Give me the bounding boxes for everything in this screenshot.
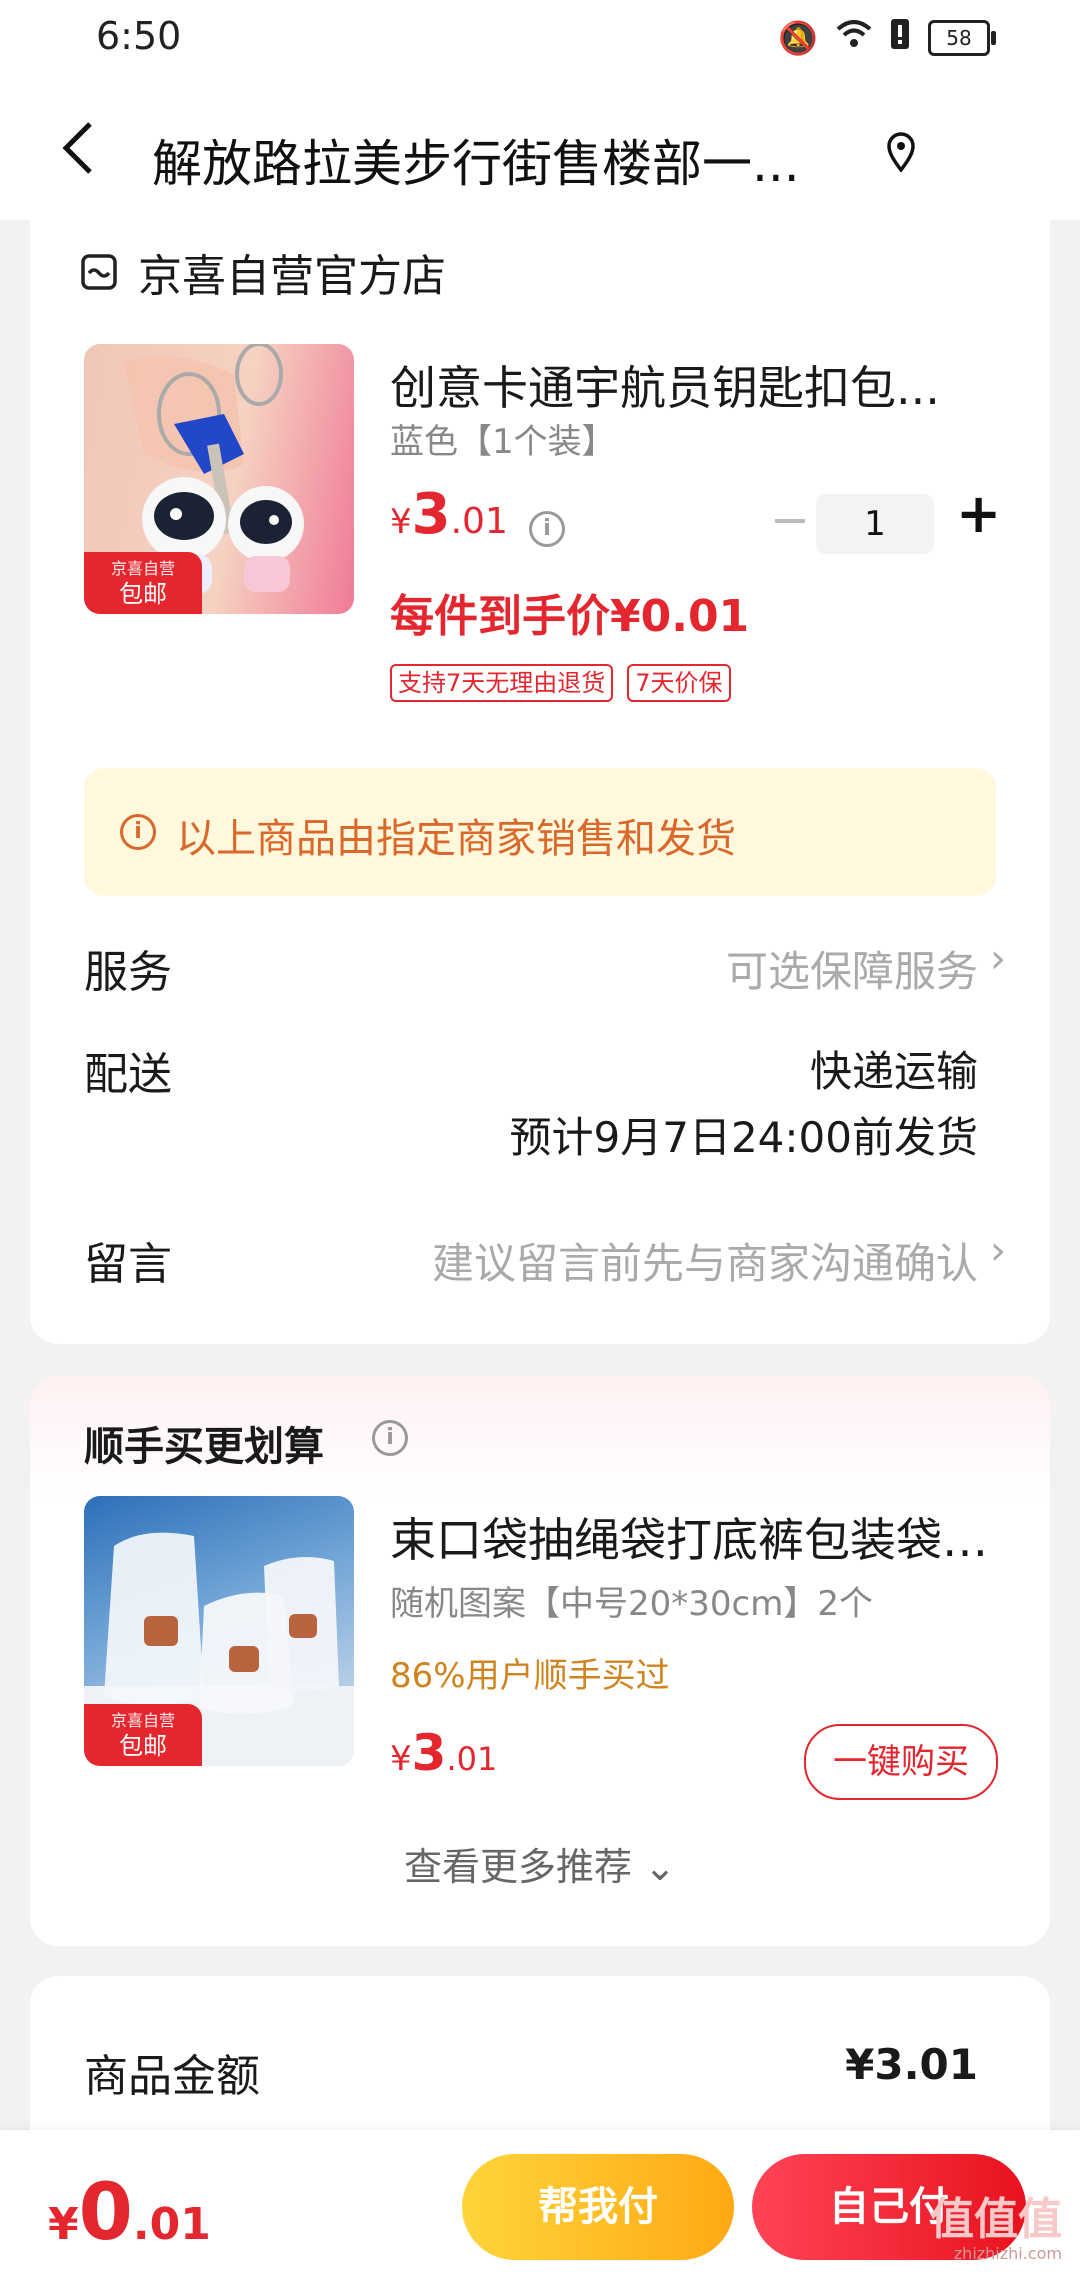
status-icons: 🔕 58 xyxy=(778,18,996,58)
quantity-decrease-button[interactable]: − xyxy=(770,492,810,548)
alert-icon xyxy=(890,18,910,58)
delivery-value: 快递运输 xyxy=(809,1047,978,1096)
tag-price-protect: 7天价保 xyxy=(627,664,731,702)
delivery-eta: 预计9月7日24:00前发货 xyxy=(509,1113,978,1162)
price-currency: ¥ xyxy=(390,1739,412,1779)
more-recommendations-link[interactable]: 查看更多推荐 ⌄ xyxy=(30,1836,1050,1891)
status-bar: 6:50 🔕 58 xyxy=(0,0,1080,80)
one-click-buy-button[interactable]: 一键购买 xyxy=(804,1724,998,1800)
price-currency: ¥ xyxy=(390,502,412,542)
addon-spec[interactable]: 随机图案【中号20*30cm】2个 xyxy=(390,1576,873,1625)
total-integer: 0 xyxy=(78,2168,133,2258)
badge-label-top: 京喜自营 xyxy=(110,1711,175,1730)
seller-notice: i 以上商品由指定商家销售和发货 xyxy=(84,768,996,896)
store-header[interactable]: 京喜自营官方店 xyxy=(80,240,446,304)
mute-icon: 🔕 xyxy=(778,19,818,57)
battery-indicator: 58 xyxy=(928,20,996,56)
checkout-bar: ¥0.01 帮我付 自己付 xyxy=(0,2130,1080,2280)
back-arrow-icon[interactable] xyxy=(60,118,96,188)
addon-social-proof: 86%用户顺手买过 xyxy=(390,1656,670,1696)
badge-label-bottom: 包邮 xyxy=(119,580,167,608)
chevron-right-icon[interactable]: › xyxy=(990,936,1006,982)
product-spec[interactable]: 蓝色【1个装】 xyxy=(390,414,616,463)
quantity-increase-button[interactable]: + xyxy=(956,482,1001,545)
store-icon xyxy=(80,253,118,291)
summary-card: 商品金额 ¥3.01 xyxy=(30,1976,1050,2156)
tag-return: 支持7天无理由退货 xyxy=(390,664,614,702)
badge-label-top: 京喜自营 xyxy=(110,559,175,578)
notice-text: 以上商品由指定商家销售和发货 xyxy=(176,816,736,862)
net-price: 每件到手价¥0.01 xyxy=(390,591,750,642)
free-shipping-badge: 京喜自营 包邮 xyxy=(84,552,202,614)
product-title[interactable]: 创意卡通宇航员钥匙扣包... xyxy=(390,352,1000,418)
price-integer: 3 xyxy=(411,1724,447,1782)
order-card: 京喜自营官方店 京喜自营 包邮 创意卡通宇航员钥匙扣包... 蓝色【1个装】 ¥… xyxy=(30,220,1050,1344)
total-price: ¥0.01 xyxy=(48,2168,211,2258)
chevron-down-icon: ⌄ xyxy=(644,1845,676,1889)
addon-card: 顺手买更划算 i 京喜自营 包邮 束口袋抽绳袋打底裤包装袋内... 随机图案【中… xyxy=(30,1376,1050,1946)
help-pay-button[interactable]: 帮我付 xyxy=(462,2154,734,2260)
subtotal-value: ¥3.01 xyxy=(845,2040,978,2089)
total-decimal: .01 xyxy=(132,2199,211,2250)
addon-section-title: 顺手买更划算 xyxy=(84,1424,324,1470)
address-title[interactable]: 解放路拉美步行街售楼部一... xyxy=(152,124,872,196)
status-time: 6:50 xyxy=(96,14,182,58)
info-icon: i xyxy=(120,814,156,850)
watermark: 值值值 zhizhizhi.com xyxy=(930,2194,1062,2264)
more-label: 查看更多推荐 xyxy=(404,1845,633,1889)
addon-title[interactable]: 束口袋抽绳袋打底裤包装袋内... xyxy=(390,1504,1000,1570)
price-decimal: .01 xyxy=(450,501,508,542)
chevron-right-icon[interactable]: › xyxy=(990,1228,1006,1274)
message-input[interactable]: 建议留言前先与商家沟通确认 xyxy=(432,1230,978,1291)
subtotal-label: 商品金额 xyxy=(84,2051,260,2102)
badge-label-bottom: 包邮 xyxy=(119,1732,167,1760)
service-label: 服务 xyxy=(84,947,172,998)
addon-info-icon[interactable]: i xyxy=(372,1420,408,1456)
product-image[interactable]: 京喜自营 包邮 xyxy=(84,344,354,614)
watermark-brand: 值值值 xyxy=(930,2194,1062,2245)
service-value[interactable]: 可选保障服务 xyxy=(726,938,978,999)
store-name: 京喜自营官方店 xyxy=(138,251,446,302)
addon-product-image[interactable]: 京喜自营 包邮 xyxy=(84,1496,354,1766)
location-pin-icon[interactable] xyxy=(886,132,916,173)
page-header: 解放路拉美步行街售楼部一... xyxy=(0,80,1080,220)
price-integer: 3 xyxy=(411,482,451,547)
total-currency: ¥ xyxy=(48,2199,79,2250)
quantity-value[interactable]: 1 xyxy=(816,494,934,554)
product-price: ¥3.01 i xyxy=(390,482,565,547)
addon-price: ¥3.01 xyxy=(390,1724,497,1782)
price-info-icon[interactable]: i xyxy=(528,510,565,547)
delivery-label: 配送 xyxy=(84,1049,172,1100)
free-shipping-badge: 京喜自营 包邮 xyxy=(84,1704,202,1766)
wifi-icon xyxy=(836,19,872,57)
watermark-site: zhizhizhi.com xyxy=(953,2244,1062,2263)
price-decimal: .01 xyxy=(446,1740,498,1778)
message-label: 留言 xyxy=(84,1239,172,1290)
service-tags: 支持7天无理由退货 7天价保 xyxy=(390,664,731,702)
